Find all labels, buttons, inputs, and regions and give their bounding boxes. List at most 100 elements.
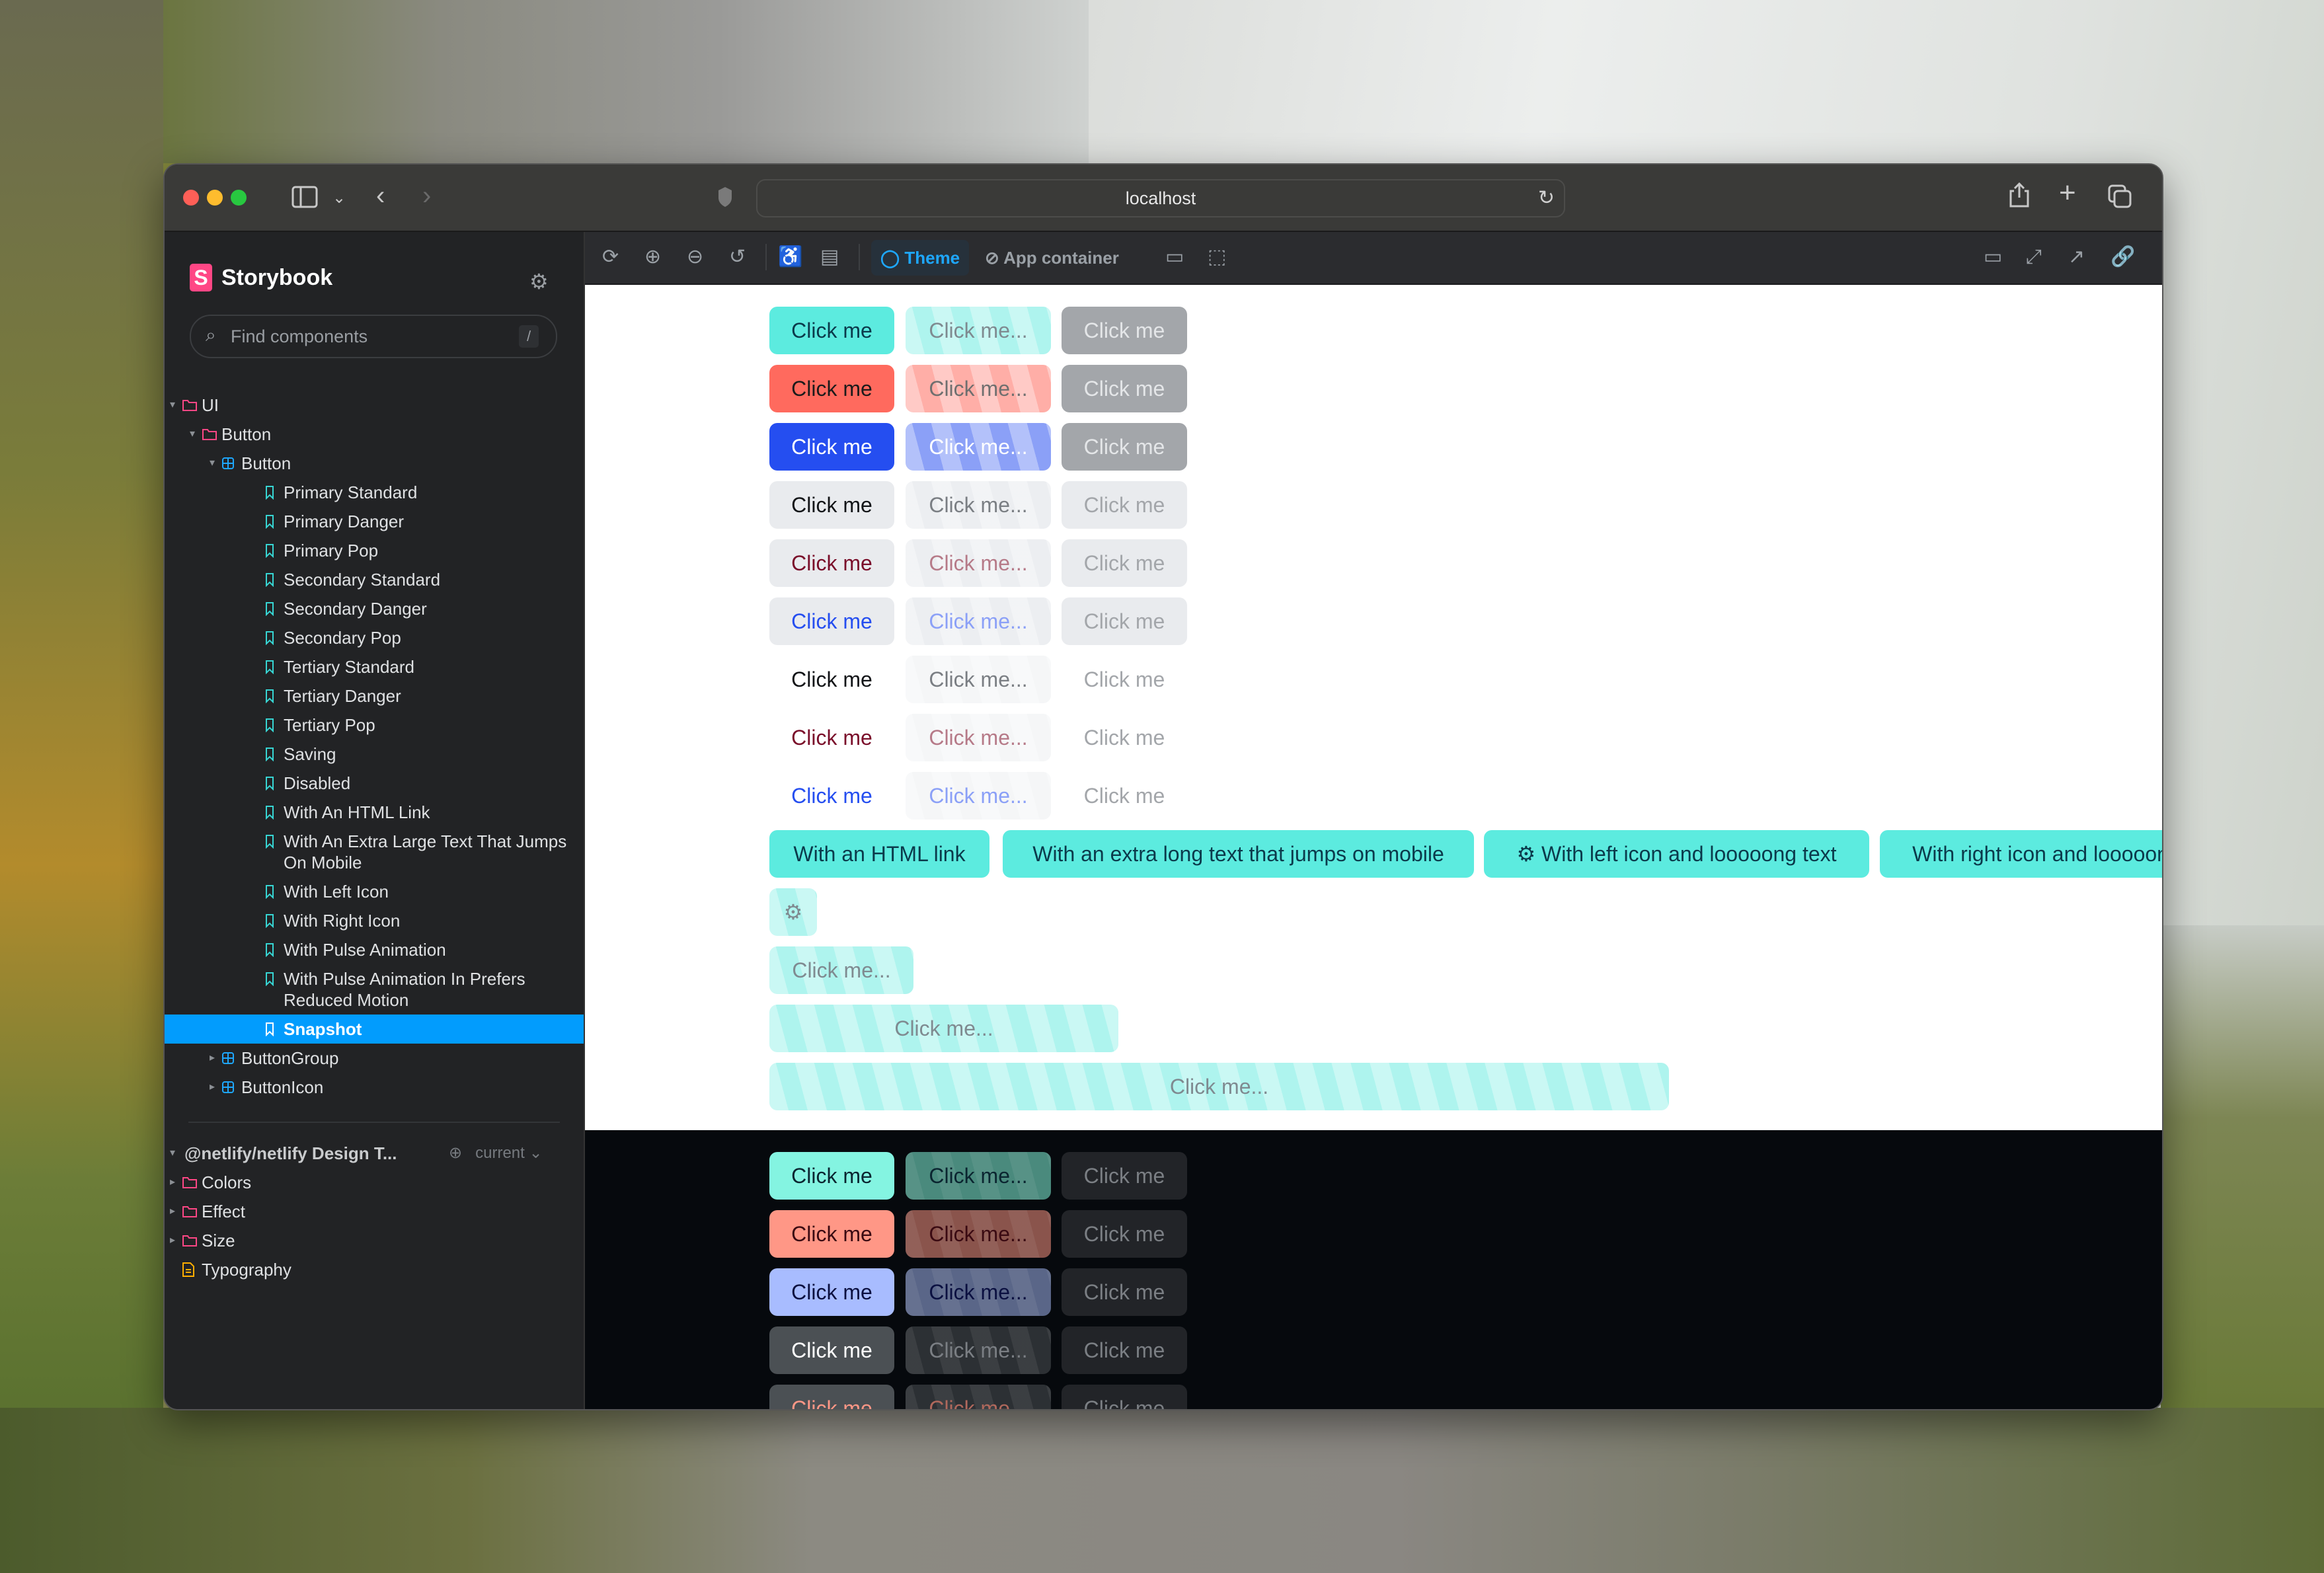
sidebar-item-with-an-extra-large-text-that-jumps-on-mobile[interactable]: With An Extra Large Text That Jumps On M… xyxy=(165,827,584,877)
sidebar-item-with-right-icon[interactable]: With Right Icon xyxy=(165,906,584,935)
collapse-arrow-icon[interactable]: ▾ xyxy=(190,420,195,449)
addons-panel-icon[interactable]: ▭ xyxy=(1984,245,2002,269)
collapse-arrow-icon[interactable]: ▾ xyxy=(170,391,175,420)
sidebar-item-primary-danger[interactable]: Primary Danger xyxy=(165,507,584,536)
zoom-out-icon[interactable]: ⊖ xyxy=(687,245,703,269)
dark-secondary-danger-saving-button[interactable]: Click me... xyxy=(906,1385,1051,1409)
remount-icon[interactable]: ⟳ xyxy=(602,245,619,269)
sidebar-item-secondary-standard[interactable]: Secondary Standard xyxy=(165,565,584,594)
collapse-arrow-icon[interactable]: ▾ xyxy=(210,449,215,478)
reload-icon[interactable]: ↻ xyxy=(1538,186,1555,210)
secondary-pop-button[interactable]: Click me xyxy=(769,597,894,645)
primary-pop-button[interactable]: Click me xyxy=(769,423,894,471)
tab-overview-icon[interactable] xyxy=(2108,184,2132,212)
sidebar-item-secondary-pop[interactable]: Secondary Pop xyxy=(165,623,584,652)
viewport-icon[interactable]: ▭ xyxy=(1165,245,1184,269)
collapse-arrow-icon[interactable]: ▾ xyxy=(170,1139,175,1168)
sidebar-item-tertiary-standard[interactable]: Tertiary Standard xyxy=(165,652,584,681)
primary-danger-button[interactable]: Click me xyxy=(769,365,894,412)
sidebar-item-primary-standard[interactable]: Primary Standard xyxy=(165,478,584,507)
primary-danger-saving-button[interactable]: Click me... xyxy=(906,365,1051,412)
secondary-pop-saving-button[interactable]: Click me... xyxy=(906,597,1051,645)
storybook-logo[interactable]: S Storybook xyxy=(190,264,332,291)
sidebar-item-effect[interactable]: ▸ Effect xyxy=(165,1197,584,1226)
sidebar-item-snapshot[interactable]: Snapshot xyxy=(165,1015,584,1044)
secondary-danger-button[interactable]: Click me xyxy=(769,539,894,587)
app-container-button[interactable]: ⊘ App container xyxy=(985,240,1119,276)
tertiary-pop-saving-button[interactable]: Click me... xyxy=(906,772,1051,820)
sidebar-item-with-pulse-animation[interactable]: With Pulse Animation xyxy=(165,935,584,964)
forward-icon[interactable]: › xyxy=(422,182,431,209)
secondary-danger-saving-button[interactable]: Click me... xyxy=(906,539,1051,587)
zoom-in-icon[interactable]: ⊕ xyxy=(644,245,661,269)
sidebar-item-secondary-danger[interactable]: Secondary Danger xyxy=(165,594,584,623)
sidebar-item-buttongroup[interactable]: ▸ ButtonGroup xyxy=(165,1044,584,1073)
theme-button[interactable]: ◯ Theme xyxy=(871,240,970,276)
sidebar-item-disabled[interactable]: Disabled xyxy=(165,769,584,798)
share-icon[interactable] xyxy=(2009,182,2030,212)
close-window-button[interactable] xyxy=(183,190,199,206)
primary-pop-saving-button[interactable]: Click me... xyxy=(906,423,1051,471)
fullscreen-icon[interactable]: ⤢ xyxy=(2026,245,2042,269)
gear-icon[interactable]: ⚙ xyxy=(529,269,549,294)
sidebar-item-with-an-html-link[interactable]: With An HTML Link xyxy=(165,798,584,827)
minimize-window-button[interactable] xyxy=(207,190,223,206)
address-bar[interactable]: localhost ↻ xyxy=(756,179,1565,217)
wide-button-2[interactable]: With an extra long text that jumps on mo… xyxy=(1003,830,1474,878)
primary-standard-saving-button[interactable]: Click me... xyxy=(906,307,1051,354)
tertiary-danger-button[interactable]: Click me xyxy=(769,714,894,761)
sidebar-item-with-pulse-animation-in-prefers-reduced-motion[interactable]: With Pulse Animation In Prefers Reduced … xyxy=(165,964,584,1015)
primary-standard-button[interactable]: Click me xyxy=(769,307,894,354)
accessibility-icon[interactable]: ♿ xyxy=(778,245,802,269)
sidebar-item-buttonicon[interactable]: ▸ ButtonIcon xyxy=(165,1073,584,1102)
copy-link-icon[interactable]: 🔗 xyxy=(2111,245,2135,269)
back-icon[interactable]: ‹ xyxy=(376,182,385,209)
wide-button-4[interactable]: With right icon and looooong text ⚙ xyxy=(1880,830,2162,878)
tertiary-standard-saving-button[interactable]: Click me... xyxy=(906,656,1051,703)
expand-arrow-icon[interactable]: ▸ xyxy=(170,1197,175,1226)
dark-primary-danger-saving-button[interactable]: Click me... xyxy=(906,1210,1051,1258)
dark-secondary-danger-button[interactable]: Click me xyxy=(769,1385,894,1409)
dark-primary-pop-saving-button[interactable]: Click me... xyxy=(906,1268,1051,1316)
sidebar-item-saving[interactable]: Saving xyxy=(165,740,584,769)
open-new-tab-icon[interactable]: ↗ xyxy=(2068,245,2085,269)
sidebar-item-typography[interactable]: Typography xyxy=(165,1255,584,1284)
zoom-reset-icon[interactable]: ↺ xyxy=(729,245,746,269)
tertiary-standard-button[interactable]: Click me xyxy=(769,656,894,703)
sidebar-item-tertiary-danger[interactable]: Tertiary Danger xyxy=(165,681,584,710)
saving-size-button-3[interactable]: Click me... xyxy=(769,1063,1669,1110)
privacy-shield-icon[interactable] xyxy=(717,186,733,212)
dark-secondary-standard-button[interactable]: Click me xyxy=(769,1326,894,1374)
tertiary-pop-button[interactable]: Click me xyxy=(769,772,894,820)
dark-primary-standard-saving-button[interactable]: Click me... xyxy=(906,1152,1051,1200)
sidebar-item-primary-pop[interactable]: Primary Pop xyxy=(165,536,584,565)
sidebar-item-size[interactable]: ▸ Size xyxy=(165,1226,584,1255)
sidebar-item-colors[interactable]: ▸ Colors xyxy=(165,1168,584,1197)
wide-button-3[interactable]: ⚙ With left icon and looooong text xyxy=(1484,830,1869,878)
expand-arrow-icon[interactable]: ▸ xyxy=(210,1073,215,1102)
secondary-standard-button[interactable]: Click me xyxy=(769,481,894,529)
saving-size-button-2[interactable]: Click me... xyxy=(769,1005,1118,1052)
background-icon[interactable]: ▤ xyxy=(820,245,839,269)
expand-arrow-icon[interactable]: ▸ xyxy=(210,1044,215,1073)
sidebar-item-button[interactable]: ▾ Button xyxy=(165,420,584,449)
dark-primary-danger-button[interactable]: Click me xyxy=(769,1210,894,1258)
dark-primary-standard-button[interactable]: Click me xyxy=(769,1152,894,1200)
sidebar-item-tertiary-pop[interactable]: Tertiary Pop xyxy=(165,710,584,740)
outline-icon[interactable]: ⬚ xyxy=(1208,245,1226,269)
sidebar-toggle-icon[interactable] xyxy=(291,186,318,212)
wide-button-1[interactable]: With an HTML link xyxy=(769,830,989,878)
new-tab-icon[interactable]: + xyxy=(2059,178,2076,208)
maximize-window-button[interactable] xyxy=(231,190,247,206)
saving-size-button-1[interactable]: Click me... xyxy=(769,946,913,994)
ref-version-selector[interactable]: ⊕ current ⌄ xyxy=(449,1139,543,1168)
chevron-down-icon[interactable]: ⌄ xyxy=(332,187,346,210)
sidebar-item-with-left-icon[interactable]: With Left Icon xyxy=(165,877,584,906)
dark-secondary-standard-saving-button[interactable]: Click me... xyxy=(906,1326,1051,1374)
search-input[interactable]: ⌕ Find components / xyxy=(190,315,557,358)
composed-ref-header[interactable]: ▾ @netlify/netlify Design T... ⊕ current ⌄ xyxy=(165,1139,584,1168)
sidebar-item-ui[interactable]: ▾ UI xyxy=(165,391,584,420)
dark-primary-pop-button[interactable]: Click me xyxy=(769,1268,894,1316)
icon-only-saving-button[interactable]: ⚙ xyxy=(769,888,817,936)
expand-arrow-icon[interactable]: ▸ xyxy=(170,1226,175,1255)
